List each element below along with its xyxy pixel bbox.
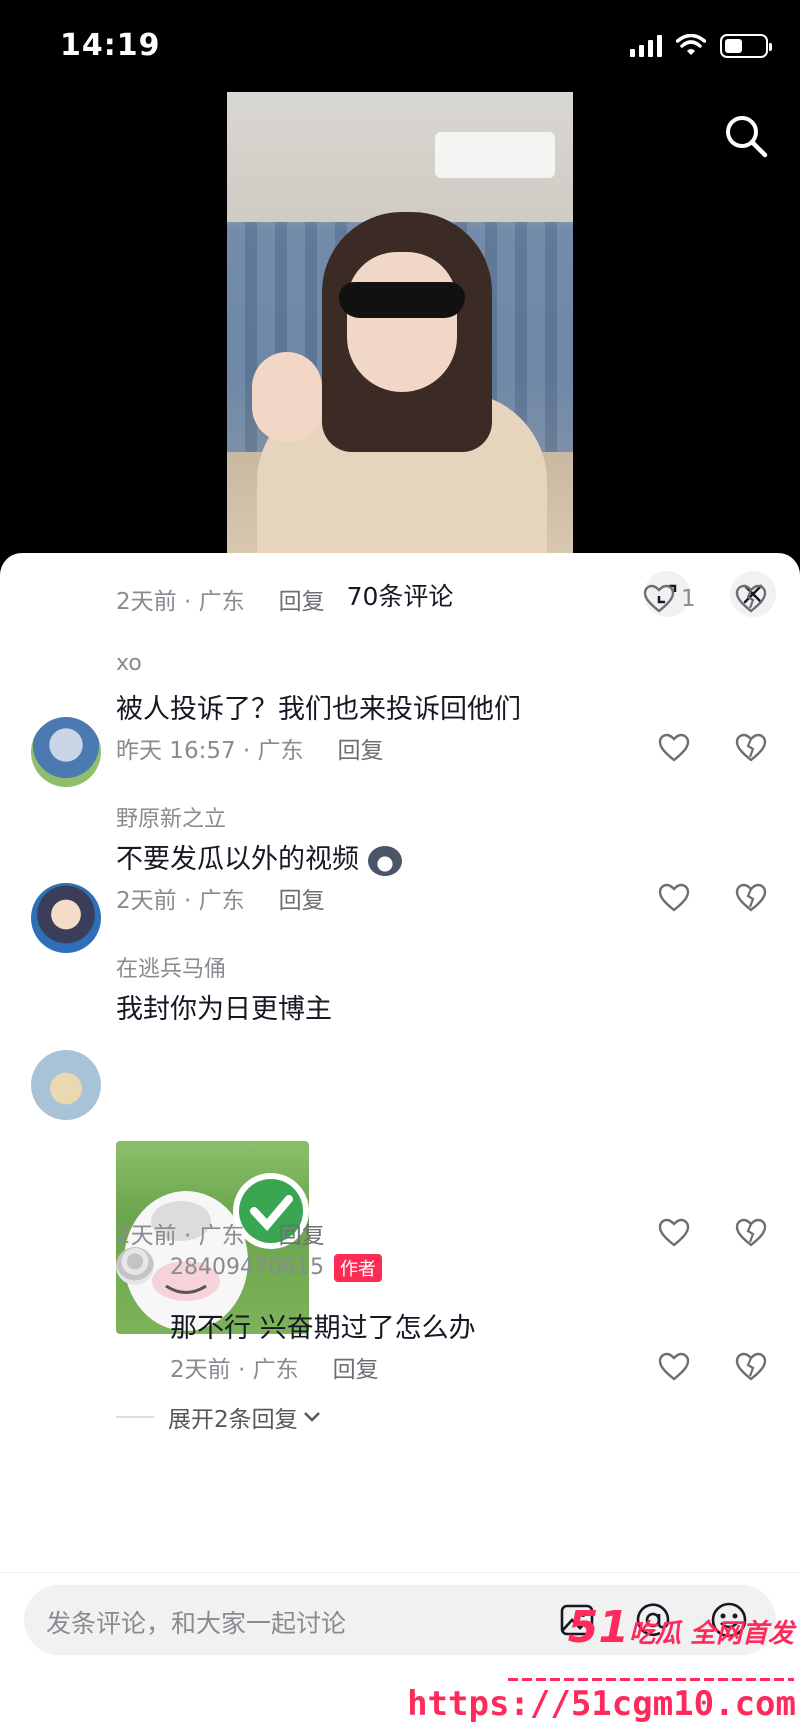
comment-time: 2天前 · 广东: [116, 1223, 245, 1249]
reply-avatar[interactable]: [116, 1247, 154, 1285]
status-time: 14:19: [60, 28, 161, 63]
comment-text: 被人投诉了？我们也来投诉回他们: [116, 694, 521, 725]
reply-text: 那不行 兴奋期过了怎么办: [170, 1313, 476, 1344]
avatar[interactable]: [31, 717, 101, 787]
watermark-brand-text: 吃瓜 全网首发: [628, 1619, 794, 1649]
dislike-button[interactable]: [735, 582, 767, 616]
watermark-url: https://51cgm10.com: [407, 1684, 796, 1724]
signal-icon: [630, 35, 662, 57]
expand-replies-button[interactable]: 展开2条回复: [116, 1400, 322, 1434]
comment-time: 昨天 16:57 · 广东: [116, 738, 304, 764]
broken-heart-icon: [735, 883, 767, 912]
reply-meta: 2天前 · 广东 回复: [170, 1350, 379, 1384]
heart-icon: [658, 733, 690, 762]
like-button[interactable]: 1: [643, 582, 696, 616]
comment-time: 2天前 · 广东: [116, 589, 245, 615]
comment-meta: 2天前 · 广东 回复: [116, 1216, 325, 1250]
like-button[interactable]: [658, 881, 690, 915]
hand-gesture-image: [252, 352, 322, 442]
reply-header: 28409470615 作者: [170, 1254, 382, 1282]
like-button[interactable]: [658, 1350, 690, 1384]
comment-text: 不要发瓜以外的视频: [116, 837, 402, 876]
comment-meta: 昨天 16:57 · 广东 回复: [116, 731, 384, 765]
chevron-down-icon: [303, 1412, 320, 1422]
status-bar: 14:19: [0, 0, 800, 90]
reply-username[interactable]: 28409470615: [170, 1255, 324, 1280]
comment-time: 2天前 · 广东: [116, 888, 245, 914]
heart-icon: [658, 883, 690, 912]
comment-meta: 2天前 · 广东 回复: [116, 881, 325, 915]
video-player[interactable]: [227, 92, 573, 556]
reply-button[interactable]: 回复: [279, 582, 325, 616]
search-icon[interactable]: [722, 112, 770, 160]
broken-heart-icon: [735, 1352, 767, 1381]
sunglasses-image: [339, 282, 465, 318]
comment-text: 我封你为日更博主: [116, 994, 332, 1025]
comment-panel: 70条评论 2天前 · 广东 回复 1 xo 被人投诉了？我们也来投诉回他们 昨…: [0, 553, 800, 1731]
reply-time: 2天前 · 广东: [170, 1357, 299, 1383]
person-face-image: [347, 252, 457, 392]
reply-button[interactable]: 回复: [333, 1350, 379, 1384]
heart-icon: [643, 584, 675, 613]
like-count: 1: [681, 586, 696, 612]
raccoon-emoji-icon: [367, 845, 402, 876]
watermark-brand: 51吃瓜 全网首发: [568, 1602, 794, 1653]
avatar[interactable]: [31, 1050, 101, 1120]
reply-button[interactable]: 回复: [279, 881, 325, 915]
watermark-brand-number: 51: [567, 1602, 629, 1653]
reply-button[interactable]: 回复: [279, 1216, 325, 1250]
watermark-divider: [508, 1678, 794, 1681]
heart-icon: [658, 1218, 690, 1247]
heart-icon: [658, 1352, 690, 1381]
battery-icon: [720, 34, 772, 58]
wifi-icon: [676, 34, 706, 55]
comment-text-content: 不要发瓜以外的视频: [116, 844, 359, 875]
status-icons: [630, 34, 772, 58]
dislike-button[interactable]: [735, 881, 767, 915]
comment-username[interactable]: 在逃兵马俑: [116, 951, 226, 983]
broken-heart-icon: [735, 1218, 767, 1247]
divider: [116, 1416, 154, 1418]
dislike-button[interactable]: [735, 731, 767, 765]
broken-heart-icon: [735, 584, 767, 613]
comment-input-placeholder: 发条评论，和大家一起讨论: [46, 1609, 347, 1638]
reply-button[interactable]: 回复: [338, 731, 384, 765]
dislike-button[interactable]: [735, 1216, 767, 1250]
comment-username[interactable]: xo: [116, 651, 142, 676]
avatar[interactable]: [31, 883, 101, 953]
comment-meta: 2天前 · 广东 回复: [116, 582, 325, 616]
comment-username[interactable]: 野原新之立: [116, 801, 226, 833]
dislike-button[interactable]: [735, 1350, 767, 1384]
like-button[interactable]: [658, 1216, 690, 1250]
author-badge: 作者: [333, 1254, 382, 1282]
expand-replies-label: 展开2条回复: [168, 1407, 298, 1433]
watermark: 51吃瓜 全网首发 https://51cgm10.com: [407, 1598, 800, 1731]
broken-heart-icon: [735, 733, 767, 762]
air-conditioner-image: [435, 132, 555, 178]
like-button[interactable]: [658, 731, 690, 765]
